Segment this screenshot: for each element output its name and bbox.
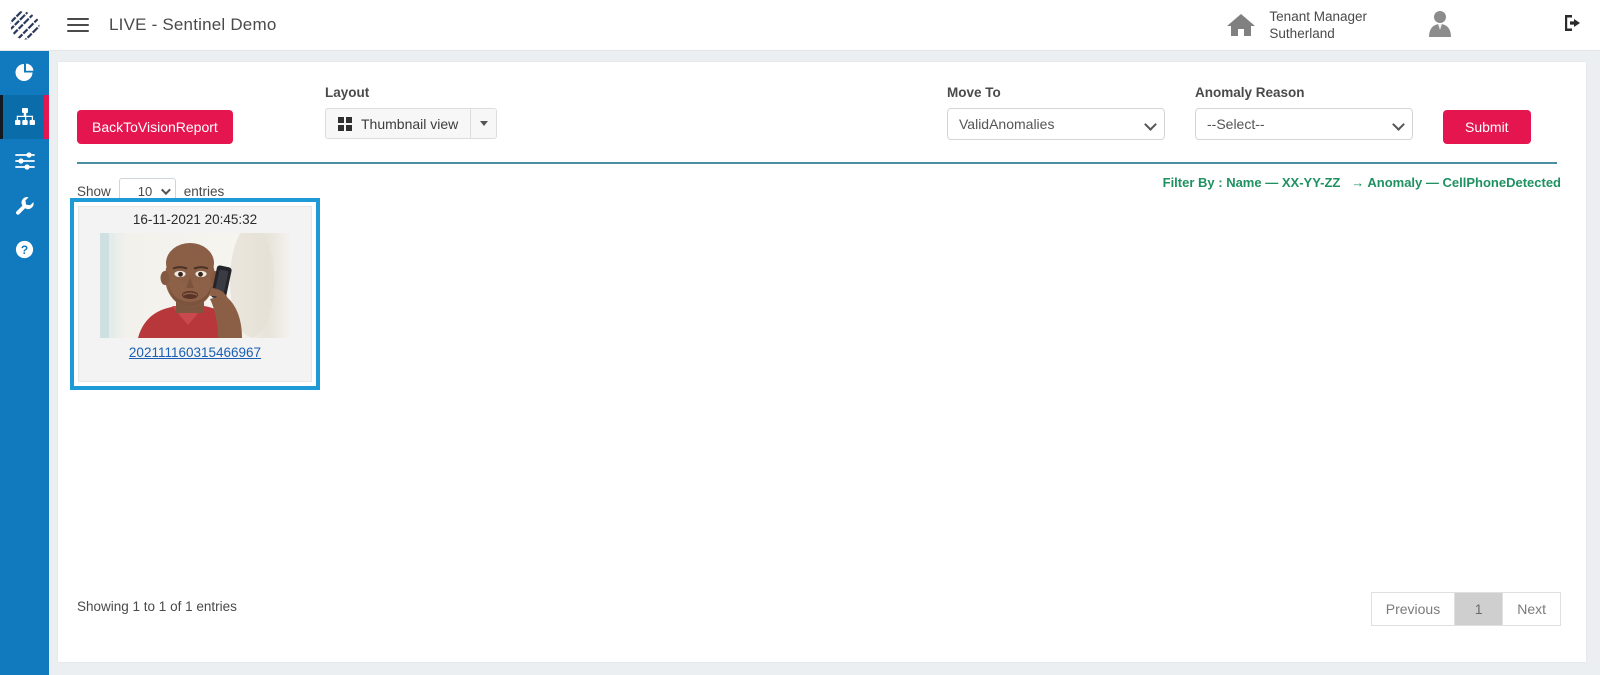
sidebar-item-help[interactable]: ? <box>0 227 49 271</box>
pagination-next[interactable]: Next <box>1502 592 1561 626</box>
anomaly-timestamp: 16-11-2021 20:45:32 <box>133 212 257 227</box>
submit-button[interactable]: Submit <box>1443 110 1531 144</box>
svg-text:?: ? <box>21 243 28 257</box>
layout-thumbnail-view-button[interactable]: Thumbnail view <box>325 108 470 139</box>
move-to-select[interactable]: ValidAnomalies <box>947 108 1165 140</box>
app-logo <box>0 0 49 51</box>
logout-icon[interactable] <box>1563 14 1583 37</box>
layout-split-button[interactable]: Thumbnail view <box>325 108 497 139</box>
sutherland-logo-icon <box>8 8 42 42</box>
entries-info: Showing 1 to 1 of 1 entries <box>77 599 237 614</box>
anomaly-card-body: 16-11-2021 20:45:32 <box>78 206 312 382</box>
filter-summary: Filter By : Name — XX-YY-ZZ → Anomaly — … <box>1163 175 1561 190</box>
tenant-info: Tenant Manager Sutherland <box>1269 8 1367 42</box>
anomaly-id-link[interactable]: 202111160315466967 <box>129 345 261 360</box>
header-right-group: Tenant Manager Sutherland <box>1226 0 1600 51</box>
pagination-page-1[interactable]: 1 <box>1454 592 1502 626</box>
pagination-previous[interactable]: Previous <box>1371 592 1454 626</box>
anomaly-thumbnail-image[interactable] <box>100 233 290 338</box>
anomaly-card[interactable]: 16-11-2021 20:45:32 <box>70 198 320 390</box>
top-header-bar: LIVE - Sentinel Demo Tenant Manager Suth… <box>0 0 1600 51</box>
grid-view-icon <box>338 117 352 131</box>
pagination: Previous 1 Next <box>1371 592 1561 626</box>
filter-name-value: XX-YY-ZZ <box>1282 175 1341 190</box>
filter-anomaly-label: Anomaly <box>1367 175 1422 190</box>
hamburger-line <box>67 30 89 32</box>
anomaly-reason-label: Anomaly Reason <box>1195 85 1305 100</box>
entries-label: entries <box>184 184 225 199</box>
tenant-role: Tenant Manager <box>1269 8 1367 25</box>
hamburger-line <box>67 18 89 20</box>
show-label: Show <box>77 184 111 199</box>
help-circle-icon: ? <box>15 240 34 259</box>
action-toolbar: BackToVisionReport Layout Thumbnail view… <box>58 62 1586 152</box>
hamburger-line <box>67 24 89 26</box>
anomaly-reason-select[interactable]: --Select-- <box>1195 108 1413 140</box>
tenant-name: Sutherland <box>1269 25 1367 42</box>
filter-prefix-label: Filter By : Name <box>1163 175 1262 190</box>
chevron-down-icon <box>480 121 488 126</box>
app-title: LIVE - Sentinel Demo <box>109 15 276 35</box>
filter-arrow-icon: → <box>1351 175 1364 190</box>
layout-value-label: Thumbnail view <box>361 116 458 132</box>
wrench-icon <box>15 196 34 215</box>
sidebar-item-dashboard[interactable] <box>0 51 49 95</box>
sitemap-icon <box>15 108 35 127</box>
filter-dash-1: — <box>1265 175 1278 190</box>
user-avatar-icon[interactable] <box>1427 9 1453 42</box>
left-sidebar: ? <box>0 51 49 675</box>
main-content-panel: BackToVisionReport Layout Thumbnail view… <box>58 62 1586 662</box>
hamburger-menu-icon[interactable] <box>67 18 89 32</box>
pie-chart-icon <box>15 63 35 83</box>
sidebar-item-settings[interactable] <box>0 139 49 183</box>
filter-dash-2: — <box>1426 175 1439 190</box>
sidebar-item-tools[interactable] <box>0 183 49 227</box>
sliders-icon <box>15 152 35 170</box>
layout-label: Layout <box>325 85 369 100</box>
move-to-label: Move To <box>947 85 1001 100</box>
home-icon[interactable] <box>1226 12 1256 38</box>
back-to-vision-report-button[interactable]: BackToVisionReport <box>77 110 233 144</box>
filter-anomaly-value: CellPhoneDetected <box>1443 175 1561 190</box>
sidebar-item-hierarchy[interactable] <box>0 95 49 139</box>
toolbar-divider <box>77 162 1557 164</box>
layout-dropdown-toggle[interactable] <box>470 108 497 139</box>
